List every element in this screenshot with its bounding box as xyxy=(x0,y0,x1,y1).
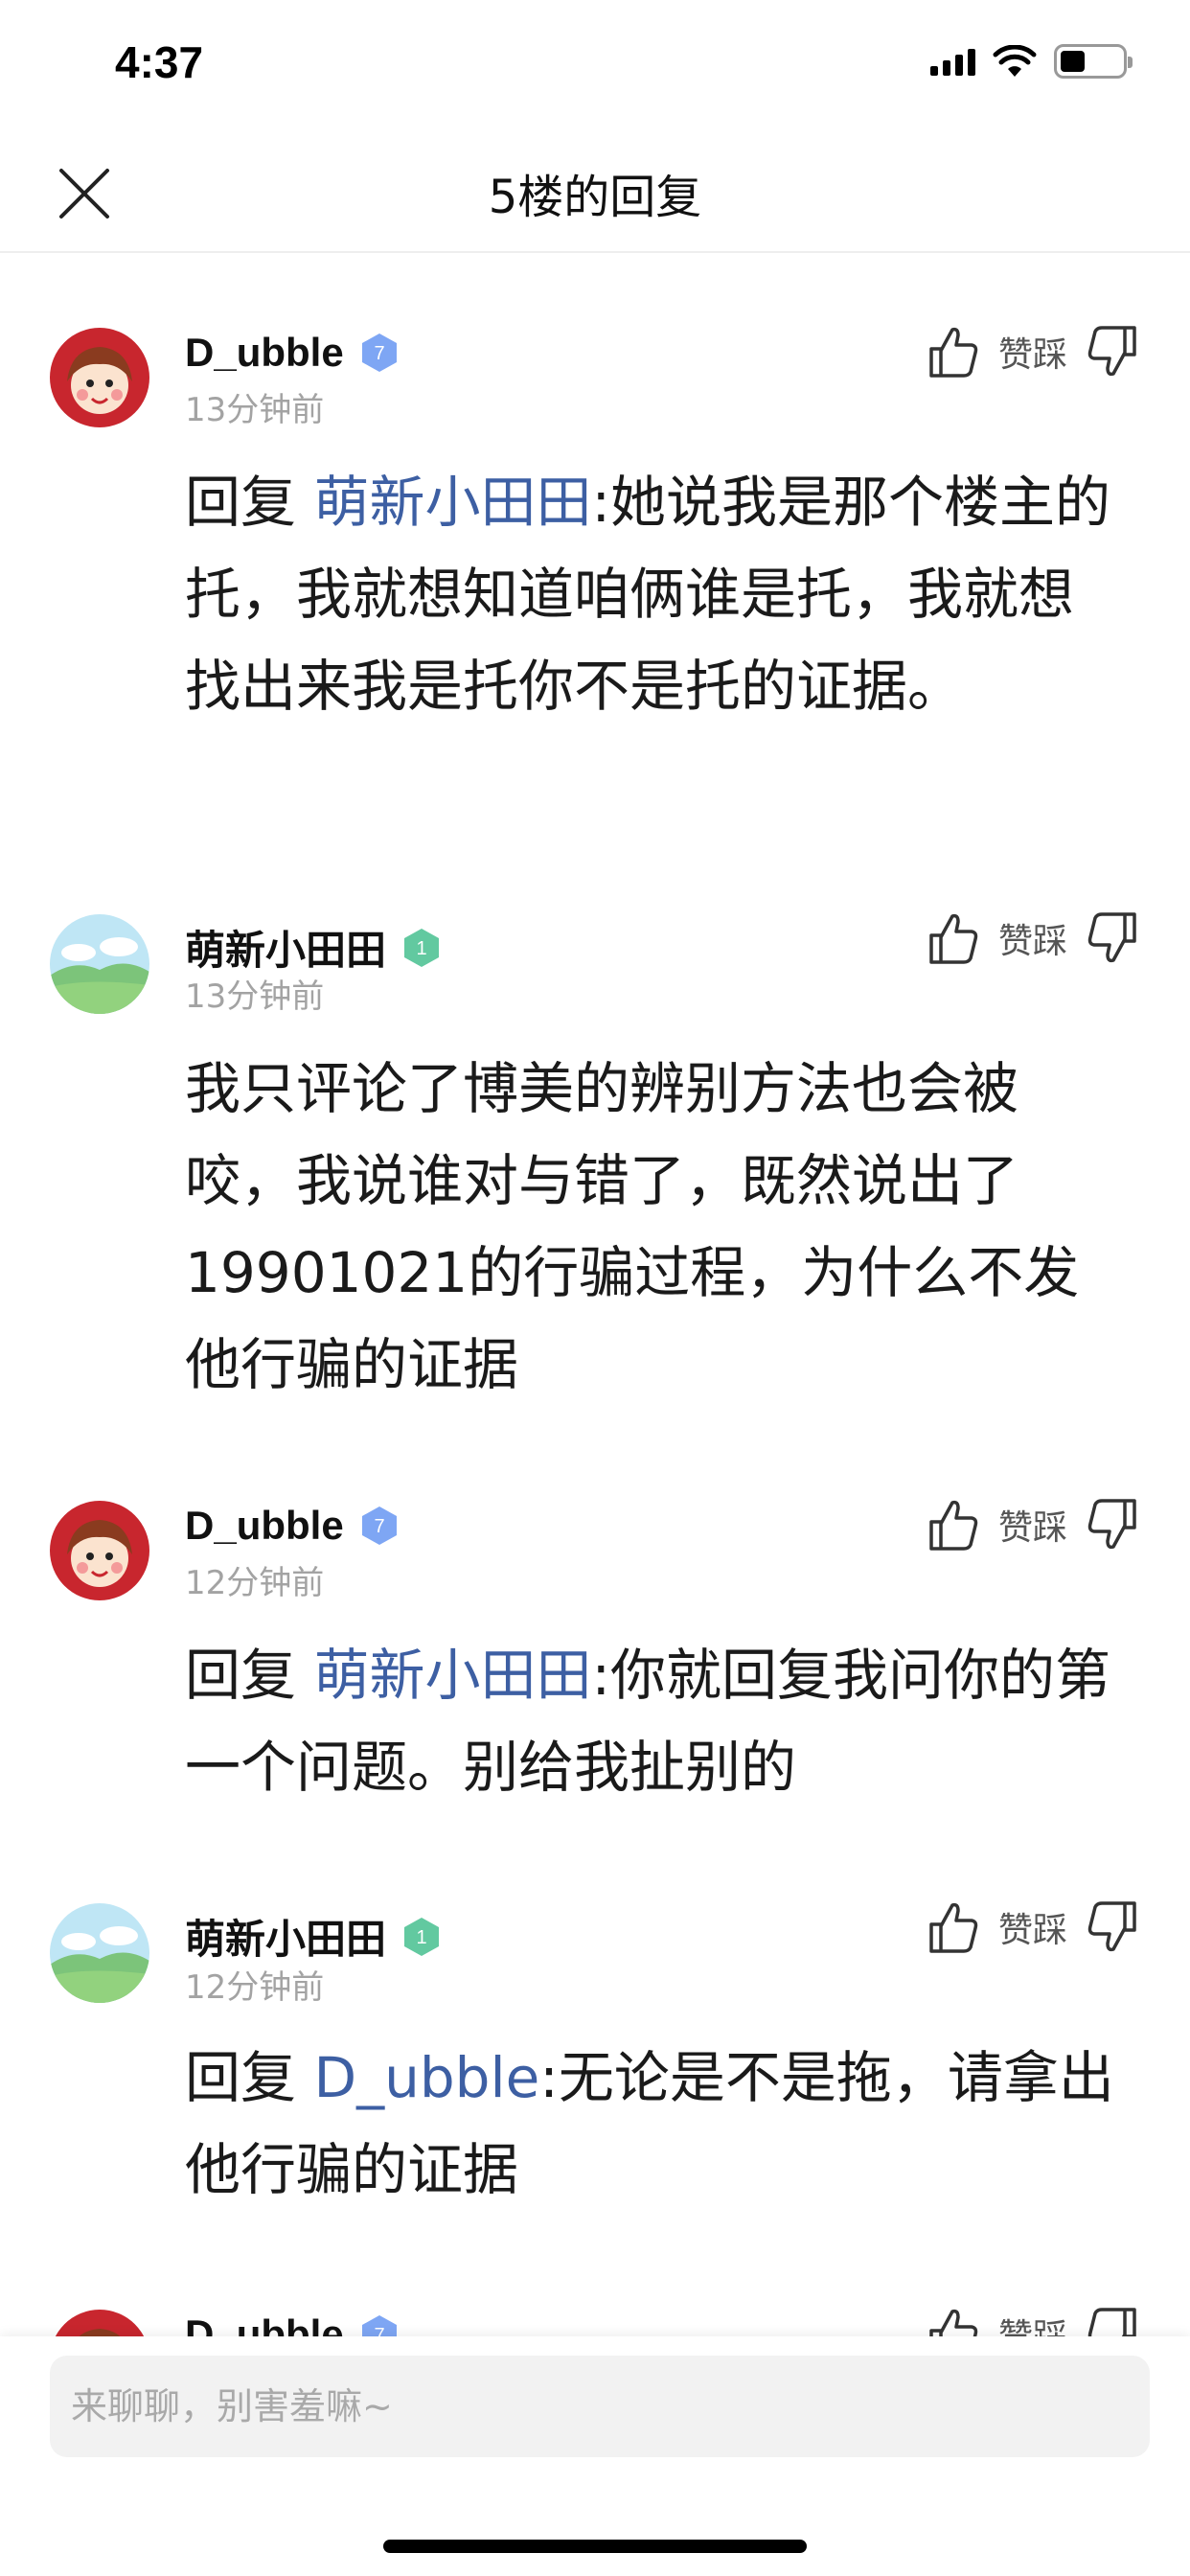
reply-prefix: 回复 xyxy=(185,1643,314,1708)
avatar[interactable] xyxy=(50,2310,149,2336)
user-row: 萌新小田田 1 xyxy=(185,1907,444,1966)
reply-list: D_ubble 7 13分钟前 赞踩 回复 萌新小田田:她说我是那个楼主的托，我… xyxy=(0,255,1190,2336)
vote-group: 赞踩 xyxy=(927,2306,1138,2336)
mention-link[interactable]: D_ubble xyxy=(313,2045,539,2110)
thumbs-down-icon[interactable] xyxy=(1087,2306,1138,2336)
user-row: D_ubble 7 xyxy=(185,1503,401,1549)
vote-group: 赞踩 xyxy=(927,910,1138,966)
reply-prefix: 回复 xyxy=(185,2045,314,2110)
vote-label: 赞踩 xyxy=(997,1911,1067,1950)
user-name[interactable]: 萌新小田田 xyxy=(185,1907,386,1966)
thumbs-up-icon[interactable] xyxy=(927,910,979,966)
thumbs-down-icon[interactable] xyxy=(1087,910,1138,966)
thumbs-down-icon[interactable] xyxy=(1087,1899,1138,1955)
avatar[interactable] xyxy=(50,1501,149,1600)
status-bar: 4:37 xyxy=(0,0,1190,126)
user-name[interactable]: D_ubble xyxy=(185,1503,344,1549)
page-title: 5楼的回复 xyxy=(488,171,702,224)
avatar[interactable] xyxy=(50,1903,149,2003)
level-badge: 7 xyxy=(357,1504,401,1548)
mention-link[interactable]: 萌新小田田 xyxy=(313,470,591,535)
avatar[interactable] xyxy=(50,914,149,1014)
avatar[interactable] xyxy=(50,328,149,427)
thumbs-up-icon[interactable] xyxy=(927,324,979,380)
reply-item: 萌新小田田 1 12分钟前 赞踩 回复 D_ubble:无论是不是拖，请拿出他行… xyxy=(0,1830,1190,2237)
cellular-signal-icon xyxy=(930,47,975,76)
nav-header: 5楼的回复 xyxy=(0,126,1190,253)
girl-avatar-image xyxy=(50,328,149,427)
level-badge: 7 xyxy=(357,2312,401,2336)
thumbs-down-icon[interactable] xyxy=(1087,1497,1138,1552)
reply-prefix: 回复 xyxy=(185,470,314,535)
reply-item: D_ubble 7 13分钟前 赞踩 回复 萌新小田田:她说我是那个楼主的托，我… xyxy=(0,255,1190,841)
time-stamp: 12分钟前 xyxy=(185,1564,325,1602)
reply-text: 我只评论了博美的辨别方法也会被咬，我说谁对与错了，既然说出了19901021的行… xyxy=(185,1043,1124,1411)
user-row: D_ubble 7 xyxy=(185,2312,401,2336)
level-number: 7 xyxy=(374,1516,384,1537)
vote-label: 赞踩 xyxy=(997,922,1067,961)
landscape-avatar-image xyxy=(50,1903,149,2003)
reply-item: D_ubble 7 12分钟前 赞踩 回复 萌新小田田:你就回复我问你的第一个问… xyxy=(0,1428,1190,1830)
battery-icon xyxy=(1054,44,1133,79)
level-number: 7 xyxy=(374,343,384,364)
thumbs-up-icon[interactable] xyxy=(927,2306,979,2336)
status-icons xyxy=(930,44,1133,79)
time-stamp: 13分钟前 xyxy=(185,391,325,429)
wifi-icon xyxy=(993,45,1037,77)
landscape-avatar-image xyxy=(50,914,149,1014)
user-row: 萌新小田田 1 xyxy=(185,918,444,977)
reply-item: D_ubble 7 赞踩 xyxy=(0,2237,1190,2336)
level-number: 1 xyxy=(416,1927,426,1948)
vote-label: 赞踩 xyxy=(997,1508,1067,1548)
user-name[interactable]: D_ubble xyxy=(185,330,344,376)
reply-item: 萌新小田田 1 13分钟前 赞踩 我只评论了博美的辨别方法也会被咬，我说谁对与错… xyxy=(0,841,1190,1428)
time-stamp: 13分钟前 xyxy=(185,978,325,1016)
reply-text: 回复 萌新小田田:她说我是那个楼主的托，我就想知道咱俩谁是托，我就想找出来我是托… xyxy=(185,456,1124,732)
level-badge: 1 xyxy=(400,926,444,970)
reply-text: 回复 D_ubble:无论是不是拖，请拿出他行骗的证据 xyxy=(185,2032,1124,2216)
vote-group: 赞踩 xyxy=(927,1497,1138,1552)
thumbs-up-icon[interactable] xyxy=(927,1497,979,1552)
level-number: 1 xyxy=(416,938,426,959)
reply-input[interactable] xyxy=(50,2356,1150,2457)
user-row: D_ubble 7 xyxy=(185,330,401,376)
girl-avatar-image xyxy=(50,1501,149,1600)
user-name[interactable]: 萌新小田田 xyxy=(185,918,386,977)
reply-body: 我只评论了博美的辨别方法也会被咬，我说谁对与错了，既然说出了19901021的行… xyxy=(185,1056,1080,1397)
vote-group: 赞踩 xyxy=(927,324,1138,380)
vote-label: 赞踩 xyxy=(998,2309,1067,2336)
input-bar xyxy=(0,2336,1190,2576)
thumbs-down-icon[interactable] xyxy=(1087,324,1138,380)
home-indicator xyxy=(383,2540,807,2553)
status-time: 4:37 xyxy=(115,37,204,87)
reply-text: 回复 萌新小田田:你就回复我问你的第一个问题。别给我扯别的 xyxy=(185,1629,1124,1813)
vote-label: 赞踩 xyxy=(997,335,1067,375)
user-name[interactable]: D_ubble xyxy=(185,2312,344,2336)
level-badge: 7 xyxy=(357,331,401,375)
thumbs-up-icon[interactable] xyxy=(927,1899,979,1955)
time-stamp: 12分钟前 xyxy=(185,1968,325,2007)
vote-group: 赞踩 xyxy=(927,1899,1138,1955)
girl-avatar-image xyxy=(50,2310,149,2336)
level-number: 7 xyxy=(374,2325,384,2336)
level-badge: 1 xyxy=(400,1915,444,1959)
mention-link[interactable]: 萌新小田田 xyxy=(313,1643,591,1708)
